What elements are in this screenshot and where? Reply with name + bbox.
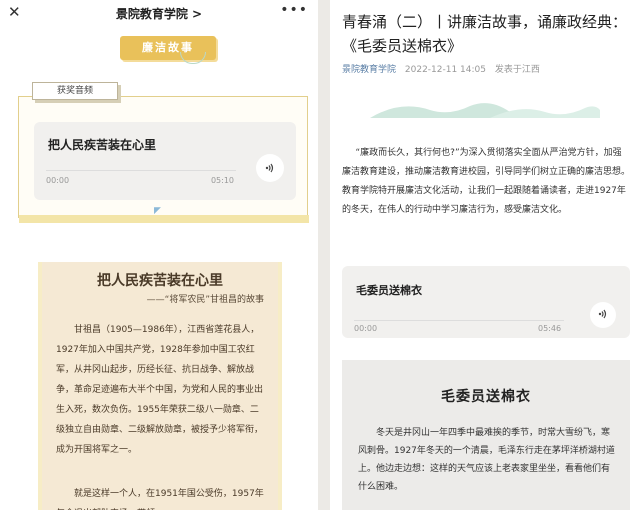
article-meta: 景院教育学院 2022-12-11 14:05 发表于江西	[342, 62, 540, 75]
audio-current-time: 00:00	[354, 324, 378, 333]
audio-duration: 05:46	[538, 324, 562, 333]
decorative-curve	[180, 52, 206, 64]
audio-progress-bar[interactable]	[354, 320, 564, 321]
audio-title: 毛委员送棉衣	[356, 284, 422, 297]
publish-location: 发表于江西	[494, 65, 540, 75]
audio-progress-bar[interactable]	[46, 170, 236, 171]
more-options-icon[interactable]: •••	[280, 2, 308, 18]
story-heading: 毛委员送棉衣	[441, 389, 531, 405]
top-nav-bar: ✕ 景院教育学院 > •••	[0, 0, 318, 26]
audio-current-time: 00:00	[46, 176, 70, 185]
account-name-link[interactable]: 景院教育学院 >	[0, 5, 318, 22]
audio-play-button[interactable]	[256, 154, 284, 182]
audio-play-button[interactable]	[590, 302, 616, 328]
article-heading: 把人民疾苦装在心里	[97, 273, 223, 289]
article-image-card: 把人民疾苦装在心里 ——“将军农民”甘祖昌的故事 甘祖昌（1905—1986年）…	[38, 262, 282, 510]
speaker-wave-icon	[265, 163, 274, 173]
article-paragraph-2: 就是这样一个人，在1951年国公受伤，1957年年令退出部队实场，带领	[56, 489, 264, 510]
publish-date: 2022-12-11 14:05	[404, 65, 486, 75]
story-text-card: 毛委员送棉衣 冬天是井冈山一年四季中最难挨的季节，时常大雪纷飞，寒风刺骨。192…	[342, 360, 630, 510]
pointer-triangle-icon: ◤	[154, 206, 161, 216]
story-body: 冬天是井冈山一年四季中最难挨的季节，时常大雪纷飞，寒风刺骨。1927年冬天的一个…	[358, 428, 615, 492]
left-panel: ✕ 景院教育学院 > ••• 廉洁故事 获奖音频 把人民疾苦装在心里 00:00…	[0, 0, 318, 510]
intro-paragraph: “廉政而长久，其行何也?”为深入贯彻落实全面从严治党方针，加强廉洁教育建设，推动…	[342, 148, 631, 215]
audio-frame-underline	[19, 215, 309, 223]
screenshot: ✕ 景院教育学院 > ••• 廉洁故事 获奖音频 把人民疾苦装在心里 00:00…	[0, 0, 640, 510]
right-panel: 青春涌（二）丨讲廉洁故事，诵廉政经典：《毛委员送棉衣》 景院教育学院 2022-…	[330, 0, 640, 510]
speaker-wave-icon	[598, 309, 607, 319]
audio-duration: 05:10	[210, 176, 234, 185]
article-subheading: ——“将军农民”甘祖昌的故事	[146, 295, 264, 305]
audio-player[interactable]: 把人民疾苦装在心里 00:00 05:10	[34, 122, 296, 200]
mountain-divider-icon	[370, 103, 600, 118]
audio-title: 把人民疾苦装在心里	[48, 138, 157, 152]
author-link[interactable]: 景院教育学院	[342, 65, 396, 75]
article-title: 青春涌（二）丨讲廉洁故事，诵廉政经典：《毛委员送棉衣》	[342, 13, 628, 55]
audio-player-right[interactable]: 毛委员送棉衣 00:00 05:46	[342, 266, 630, 338]
audio-section-label: 获奖音频	[32, 82, 118, 100]
article-paragraph-1: 甘祖昌（1905—1986年），江西省莲花县人，1927年加入中国共产党，192…	[56, 325, 264, 455]
